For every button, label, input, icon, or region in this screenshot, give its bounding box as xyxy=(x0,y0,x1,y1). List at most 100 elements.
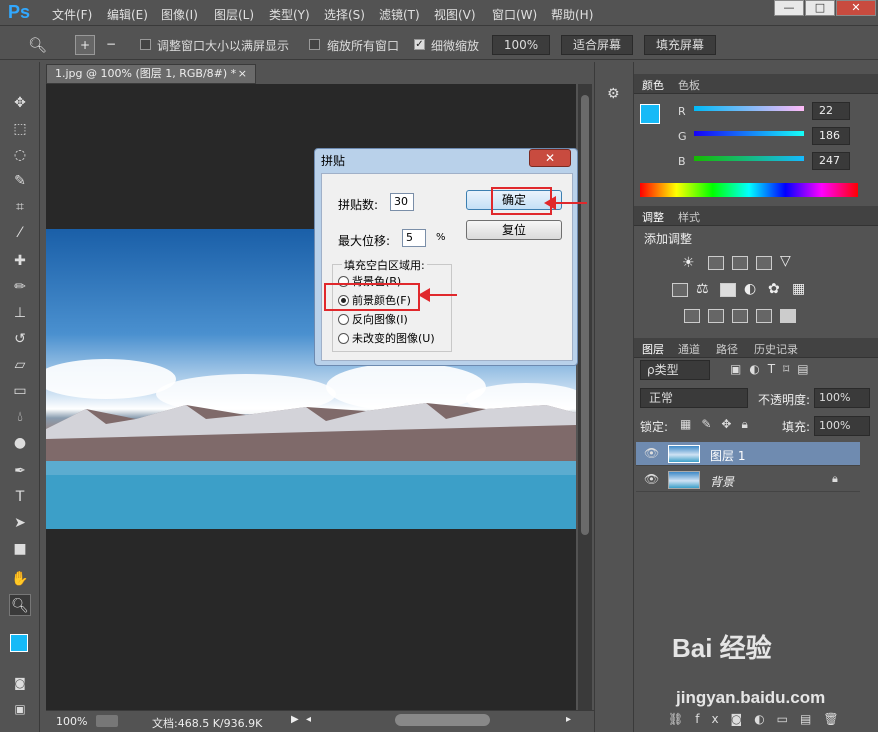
scrubby-zoom-checkbox[interactable]: ✓ xyxy=(414,39,425,50)
r-value-field[interactable]: 22 xyxy=(812,102,850,120)
radio-inverse-image[interactable] xyxy=(338,314,349,325)
eyedropper-tool-icon[interactable]: ⁄ xyxy=(9,222,31,244)
maximize-button[interactable]: □ xyxy=(805,0,835,16)
menu-layer[interactable]: 图层(L) xyxy=(214,6,254,23)
healing-brush-tool-icon[interactable]: ✚ xyxy=(9,250,31,272)
vibrance-icon[interactable]: ▽ xyxy=(780,253,791,269)
info-panel-icon[interactable]: ⚙ xyxy=(607,86,623,104)
eye-icon[interactable]: 👁︎ xyxy=(644,446,659,460)
max-offset-input[interactable]: 5 xyxy=(402,229,426,247)
radio-unaltered-image[interactable] xyxy=(338,333,349,344)
black-white-icon[interactable] xyxy=(720,283,736,297)
posterize-icon[interactable] xyxy=(708,309,724,323)
tab-styles[interactable]: 样式 xyxy=(678,209,700,225)
move-tool-icon[interactable]: ✥ xyxy=(9,92,31,114)
zoom-out-icon[interactable]: − xyxy=(101,35,121,55)
blur-tool-icon[interactable]: 💧︎ xyxy=(9,406,31,428)
gradient-map-icon[interactable] xyxy=(756,309,772,323)
layer-filter-icons[interactable]: ▣◐T⌑▤ xyxy=(730,362,850,378)
zoom-in-icon[interactable]: + xyxy=(75,35,95,55)
layer-row-background[interactable]: 👁︎ 背景 🔒︎ xyxy=(636,468,860,492)
tab-layers[interactable]: 图层 xyxy=(642,341,664,357)
quick-mask-icon[interactable]: ◙ xyxy=(9,672,31,694)
clone-stamp-tool-icon[interactable]: ⊥ xyxy=(9,302,31,324)
tiles-input[interactable]: 30 xyxy=(390,193,414,211)
zoom-all-checkbox[interactable] xyxy=(309,39,320,50)
tab-channels[interactable]: 通道 xyxy=(678,341,700,357)
resize-windows-checkbox[interactable] xyxy=(140,39,151,50)
scroll-right-arrow-icon[interactable]: ▸ xyxy=(566,714,571,725)
lasso-tool-icon[interactable]: ◌ xyxy=(9,144,31,166)
r-slider[interactable] xyxy=(694,106,804,111)
document-tab[interactable]: 1.jpg @ 100% (图层 1, RGB/8#) * × xyxy=(46,64,256,84)
menu-edit[interactable]: 编辑(E) xyxy=(107,6,148,23)
option-unaltered-image[interactable]: 未改变的图像(U) xyxy=(352,330,435,346)
photo-filter-icon[interactable]: ◐ xyxy=(744,281,756,297)
vertical-scroll-thumb[interactable] xyxy=(581,95,589,535)
curves-icon[interactable] xyxy=(732,256,748,270)
b-slider[interactable] xyxy=(694,156,804,161)
opacity-field[interactable]: 100% xyxy=(814,388,870,408)
path-select-tool-icon[interactable]: ➤ xyxy=(9,512,31,534)
lock-icons[interactable]: ▦✎✥🔒︎ xyxy=(680,417,760,433)
eye-icon[interactable]: 👁︎ xyxy=(644,472,659,486)
menu-view[interactable]: 视图(V) xyxy=(434,6,476,23)
minimize-button[interactable]: — xyxy=(774,0,804,16)
tab-history[interactable]: 历史记录 xyxy=(754,341,798,357)
menu-select[interactable]: 选择(S) xyxy=(324,6,365,23)
reset-button[interactable]: 复位 xyxy=(466,220,562,240)
layer-name[interactable]: 图层 1 xyxy=(710,447,745,464)
layer-name[interactable]: 背景 xyxy=(710,473,734,490)
blend-mode-select[interactable]: 正常 xyxy=(640,388,748,408)
tab-paths[interactable]: 路径 xyxy=(716,341,738,357)
layer-panel-footer-icons[interactable]: ⛓fx◙◐▭▤🗑︎ xyxy=(668,712,858,728)
fill-field[interactable]: 100% xyxy=(814,416,870,436)
brightness-icon[interactable]: ☀ xyxy=(682,255,695,271)
crop-tool-icon[interactable]: ⌗ xyxy=(9,196,31,218)
tab-color[interactable]: 颜色 xyxy=(642,77,664,93)
zoom-level[interactable]: 100% xyxy=(56,715,87,728)
screen-mode-icon[interactable]: ▣ xyxy=(9,698,31,720)
hue-saturation-icon[interactable] xyxy=(672,283,688,297)
fill-screen-button[interactable]: 填充屏幕 xyxy=(644,35,716,55)
exposure-icon[interactable] xyxy=(756,256,772,270)
close-tab-icon[interactable]: × xyxy=(238,65,247,83)
color-balance-icon[interactable]: ⚖ xyxy=(696,281,709,297)
pen-tool-icon[interactable]: ✒ xyxy=(9,460,31,482)
g-value-field[interactable]: 186 xyxy=(812,127,850,145)
brush-tool-icon[interactable]: ✏ xyxy=(9,276,31,298)
color-panel-fg-swatch[interactable] xyxy=(640,104,660,124)
b-value-field[interactable]: 247 xyxy=(812,152,850,170)
tab-swatches[interactable]: 色板 xyxy=(678,77,700,93)
menu-file[interactable]: 文件(F) xyxy=(52,6,92,23)
eraser-tool-icon[interactable]: ▱ xyxy=(9,354,31,376)
menu-type[interactable]: 类型(Y) xyxy=(269,6,310,23)
layer-filter-select[interactable]: ρ类型 xyxy=(640,360,710,380)
menu-window[interactable]: 窗口(W) xyxy=(492,6,537,23)
option-inverse-image[interactable]: 反向图像(I) xyxy=(352,311,408,327)
gradient-tool-icon[interactable]: ▭ xyxy=(9,380,31,402)
history-brush-tool-icon[interactable]: ↺ xyxy=(9,328,31,350)
layer-row-1[interactable]: 👁︎ 图层 1 xyxy=(636,442,860,466)
marquee-tool-icon[interactable]: ⬚ xyxy=(9,118,31,140)
zoom-100-button[interactable]: 100% xyxy=(492,35,550,55)
g-slider[interactable] xyxy=(694,131,804,136)
dialog-close-button[interactable]: ✕ xyxy=(529,149,571,167)
document-size[interactable]: 文档:468.5 K/936.9K xyxy=(152,715,262,731)
foreground-color-swatch[interactable] xyxy=(10,634,28,652)
zoom-tool-active-icon[interactable]: 🔍︎ xyxy=(9,594,31,616)
menu-filter[interactable]: 滤镜(T) xyxy=(379,6,420,23)
selective-color-icon[interactable] xyxy=(780,309,796,323)
color-lookup-icon[interactable]: ▦ xyxy=(792,281,805,297)
menu-help[interactable]: 帮助(H) xyxy=(551,6,593,23)
status-menu-arrow-icon[interactable]: ▶ xyxy=(291,714,299,725)
zoom-tool-icon[interactable]: 🔍︎ xyxy=(28,36,47,54)
hand-tool-icon[interactable]: ✋ xyxy=(9,568,31,590)
invert-icon[interactable] xyxy=(684,309,700,323)
scroll-left-arrow-icon[interactable]: ◂ xyxy=(306,714,311,725)
dodge-tool-icon[interactable]: ● xyxy=(9,432,31,454)
shape-tool-icon[interactable]: ■ xyxy=(9,538,31,560)
color-spectrum-ramp[interactable] xyxy=(640,183,858,197)
close-window-button[interactable]: ✕ xyxy=(836,0,876,16)
menu-image[interactable]: 图像(I) xyxy=(161,6,198,23)
